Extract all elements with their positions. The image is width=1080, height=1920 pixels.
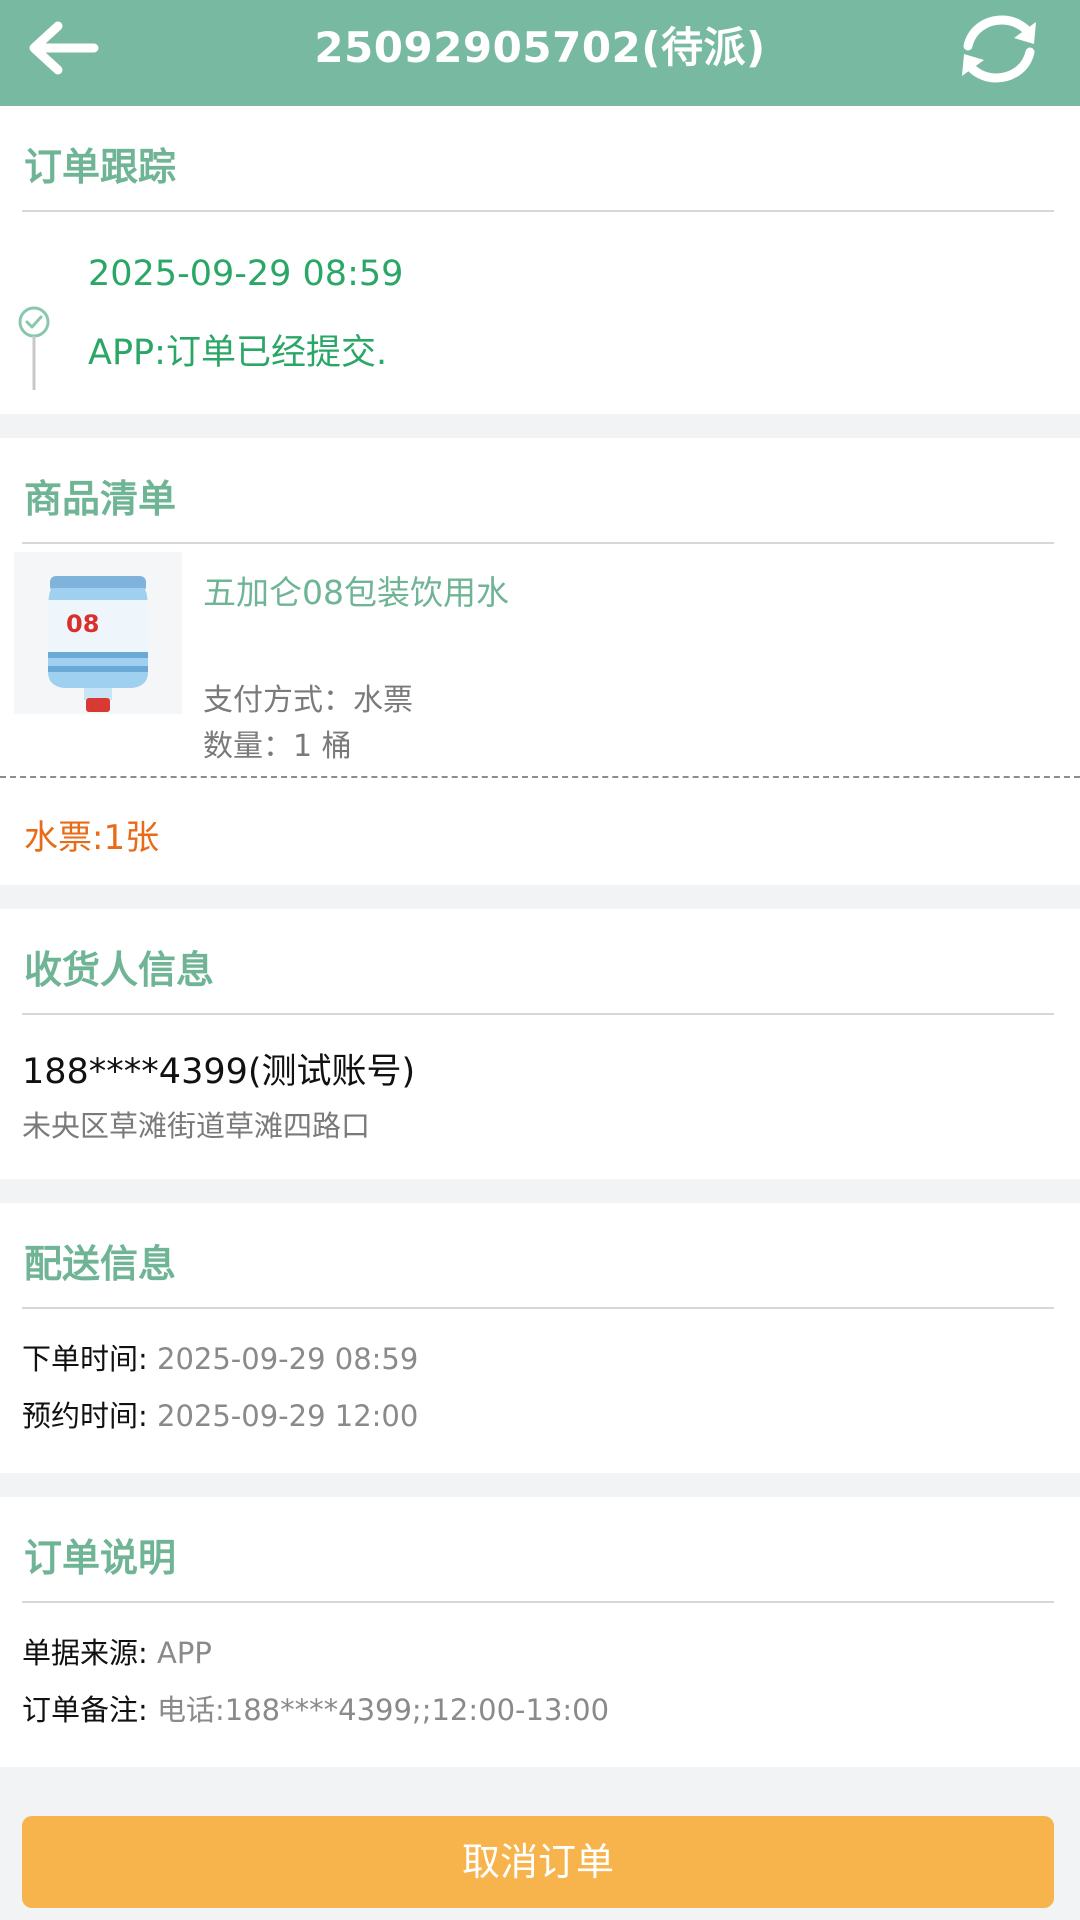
consignee-section: 收货人信息 188****4399(测试账号) 未央区草滩街道草滩四路口 [0,909,1080,1179]
page-title: 25092905702(待派) [314,23,766,72]
refresh-button[interactable] [954,14,1044,84]
consignee-phone: 188****4399(测试账号) [22,1052,416,1092]
order-remark-row: 订单备注: 电话:188****4399;;12:00-13:00 [22,1687,609,1729]
divider [22,1601,1054,1603]
appointment-time-row: 预约时间: 2025-09-29 12:00 [22,1393,418,1435]
product-list-section: 商品清单 08 五加仑08包装饮用水 支付方式：水票 数量：1 桶 水票:1张 [0,438,1080,885]
water-bucket-image: 08 [48,576,148,712]
order-time-label: 下单时间: [22,1342,148,1376]
section-title-products: 商品清单 [24,477,177,521]
dashed-divider [0,776,1080,778]
section-title-delivery: 配送信息 [24,1242,177,1286]
product-image: 08 [14,552,182,714]
order-time-row: 下单时间: 2025-09-29 08:59 [22,1336,418,1378]
product-quantity: 数量：1 桶 [203,729,352,764]
top-app-bar: 25092905702(待派) [0,0,1080,106]
section-title-consignee: 收货人信息 [24,948,215,992]
product-payment-method: 支付方式：水票 [203,683,413,718]
order-source-row: 单据来源: APP [22,1630,212,1672]
check-circle-icon [18,306,50,390]
tracking-time: 2025-09-29 08:59 [88,254,404,294]
appointment-time-label: 预约时间: [22,1399,148,1433]
section-title-notes: 订单说明 [24,1536,177,1580]
divider [22,1013,1054,1015]
appointment-time-value: 2025-09-29 12:00 [147,1399,419,1433]
delivery-section: 配送信息 下单时间: 2025-09-29 08:59 预约时间: 2025-0… [0,1203,1080,1473]
order-tracking-section: 订单跟踪 2025-09-29 08:59 APP:订单已经提交. [0,106,1080,414]
tracking-message: APP:订单已经提交. [88,333,388,373]
divider [22,210,1054,212]
order-source-value: APP [147,1636,212,1670]
order-remark-value: 电话:188****4399;;12:00-13:00 [147,1693,610,1727]
order-source-label: 单据来源: [22,1636,148,1670]
cancel-order-button[interactable]: 取消订单 [22,1816,1054,1908]
svg-text:08: 08 [66,610,99,638]
product-name[interactable]: 五加仑08包装饮用水 [203,566,509,614]
order-time-value: 2025-09-29 08:59 [147,1342,419,1376]
divider [22,542,1054,544]
order-notes-section: 订单说明 单据来源: APP 订单备注: 电话:188****4399;;12:… [0,1497,1080,1767]
water-ticket-summary: 水票:1张 [24,818,160,858]
section-title-tracking: 订单跟踪 [24,145,177,189]
consignee-address: 未央区草滩街道草滩四路口 [22,1109,371,1143]
order-remark-label: 订单备注: [22,1693,148,1727]
divider [22,1307,1054,1309]
refresh-icon [962,15,1036,83]
